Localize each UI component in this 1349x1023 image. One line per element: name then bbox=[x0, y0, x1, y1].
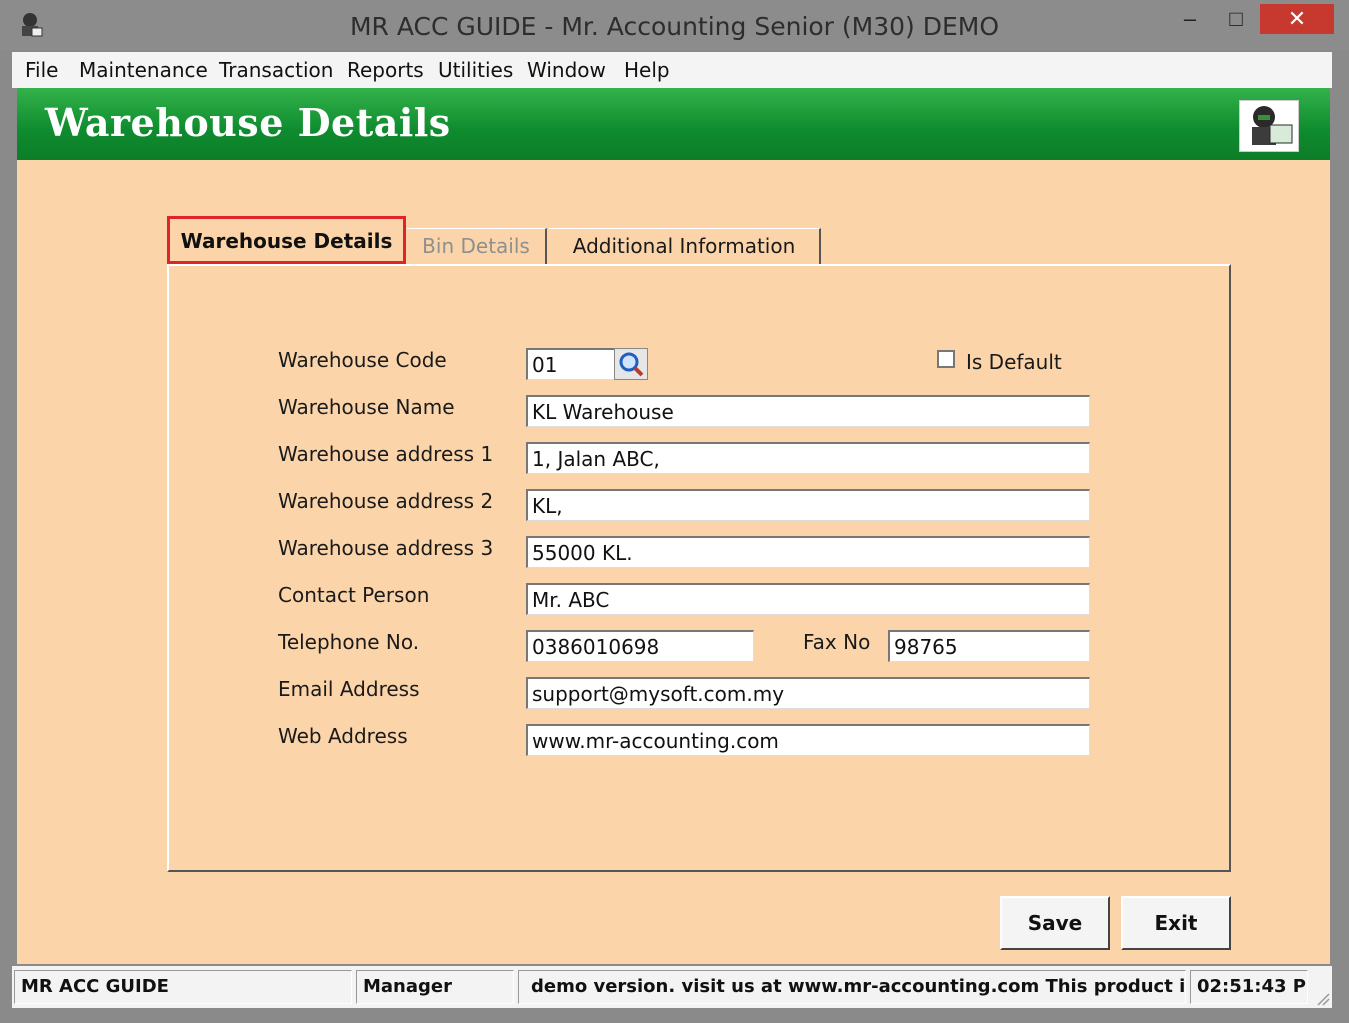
search-icon bbox=[619, 352, 644, 377]
is-default-checkbox[interactable] bbox=[937, 350, 955, 368]
tab-additional-information[interactable]: Additional Information bbox=[549, 228, 821, 265]
address2-field[interactable]: KL, bbox=[526, 489, 1090, 521]
menu-utilities[interactable]: Utilities bbox=[438, 58, 513, 82]
status-company: MR ACC GUIDE bbox=[14, 970, 352, 1004]
status-message: demo version. visit us at www.mr-account… bbox=[518, 970, 1186, 1004]
close-button[interactable]: ✕ bbox=[1260, 4, 1334, 34]
maximize-button[interactable]: □ bbox=[1214, 4, 1258, 34]
minimize-button[interactable]: ‒ bbox=[1168, 4, 1212, 34]
warehouse-name-field[interactable]: KL Warehouse bbox=[526, 395, 1090, 427]
app-window: MR ACC GUIDE - Mr. Accounting Senior (M3… bbox=[0, 0, 1349, 1023]
email-field[interactable]: support@mysoft.com.my bbox=[526, 677, 1090, 709]
resize-grip-icon[interactable] bbox=[1314, 990, 1330, 1006]
address3-field[interactable]: 55000 KL. bbox=[526, 536, 1090, 568]
header-logo-icon bbox=[1239, 100, 1299, 152]
web-address-label: Web Address bbox=[278, 724, 408, 748]
title-bar[interactable]: MR ACC GUIDE - Mr. Accounting Senior (M3… bbox=[0, 0, 1349, 50]
fax-field[interactable]: 98765 bbox=[888, 630, 1090, 662]
contact-person-field[interactable]: Mr. ABC bbox=[526, 583, 1090, 615]
web-address-field[interactable]: www.mr-accounting.com bbox=[526, 724, 1090, 756]
address1-label: Warehouse address 1 bbox=[278, 442, 494, 466]
menu-maintenance[interactable]: Maintenance bbox=[79, 58, 208, 82]
tab-bin-details[interactable]: Bin Details bbox=[407, 228, 547, 265]
warehouse-lookup-button[interactable] bbox=[614, 348, 648, 380]
contact-person-label: Contact Person bbox=[278, 583, 430, 607]
form-header: Warehouse Details bbox=[17, 88, 1330, 160]
telephone-field[interactable]: 0386010698 bbox=[526, 630, 754, 662]
menu-transaction[interactable]: Transaction bbox=[219, 58, 333, 82]
form-client-area: Warehouse Details Warehouse Details Bin … bbox=[17, 88, 1330, 964]
exit-button[interactable]: Exit bbox=[1121, 896, 1231, 950]
address3-label: Warehouse address 3 bbox=[278, 536, 494, 560]
address2-label: Warehouse address 2 bbox=[278, 489, 494, 513]
address1-field[interactable]: 1, Jalan ABC, bbox=[526, 442, 1090, 474]
menu-window[interactable]: Window bbox=[527, 58, 606, 82]
email-label: Email Address bbox=[278, 677, 420, 701]
status-time: 02:51:43 PM bbox=[1190, 970, 1308, 1004]
is-default-label: Is Default bbox=[966, 350, 1062, 374]
tab-warehouse-details[interactable]: Warehouse Details bbox=[167, 216, 406, 264]
warehouse-code-label: Warehouse Code bbox=[278, 348, 447, 372]
telephone-label: Telephone No. bbox=[278, 630, 420, 654]
menu-bar: File Maintenance Transaction Reports Uti… bbox=[12, 52, 1332, 88]
save-button[interactable]: Save bbox=[1000, 896, 1110, 950]
warehouse-code-field[interactable]: 01 bbox=[526, 348, 616, 380]
status-user: Manager bbox=[356, 970, 514, 1004]
menu-file[interactable]: File bbox=[25, 58, 58, 82]
menu-reports[interactable]: Reports bbox=[347, 58, 424, 82]
window-title: MR ACC GUIDE - Mr. Accounting Senior (M3… bbox=[349, 12, 1000, 41]
warehouse-name-label: Warehouse Name bbox=[278, 395, 455, 419]
menu-help[interactable]: Help bbox=[624, 58, 670, 82]
fax-label: Fax No bbox=[803, 630, 871, 654]
status-bar: MR ACC GUIDE Manager demo version. visit… bbox=[12, 966, 1332, 1008]
page-title: Warehouse Details bbox=[45, 100, 451, 145]
